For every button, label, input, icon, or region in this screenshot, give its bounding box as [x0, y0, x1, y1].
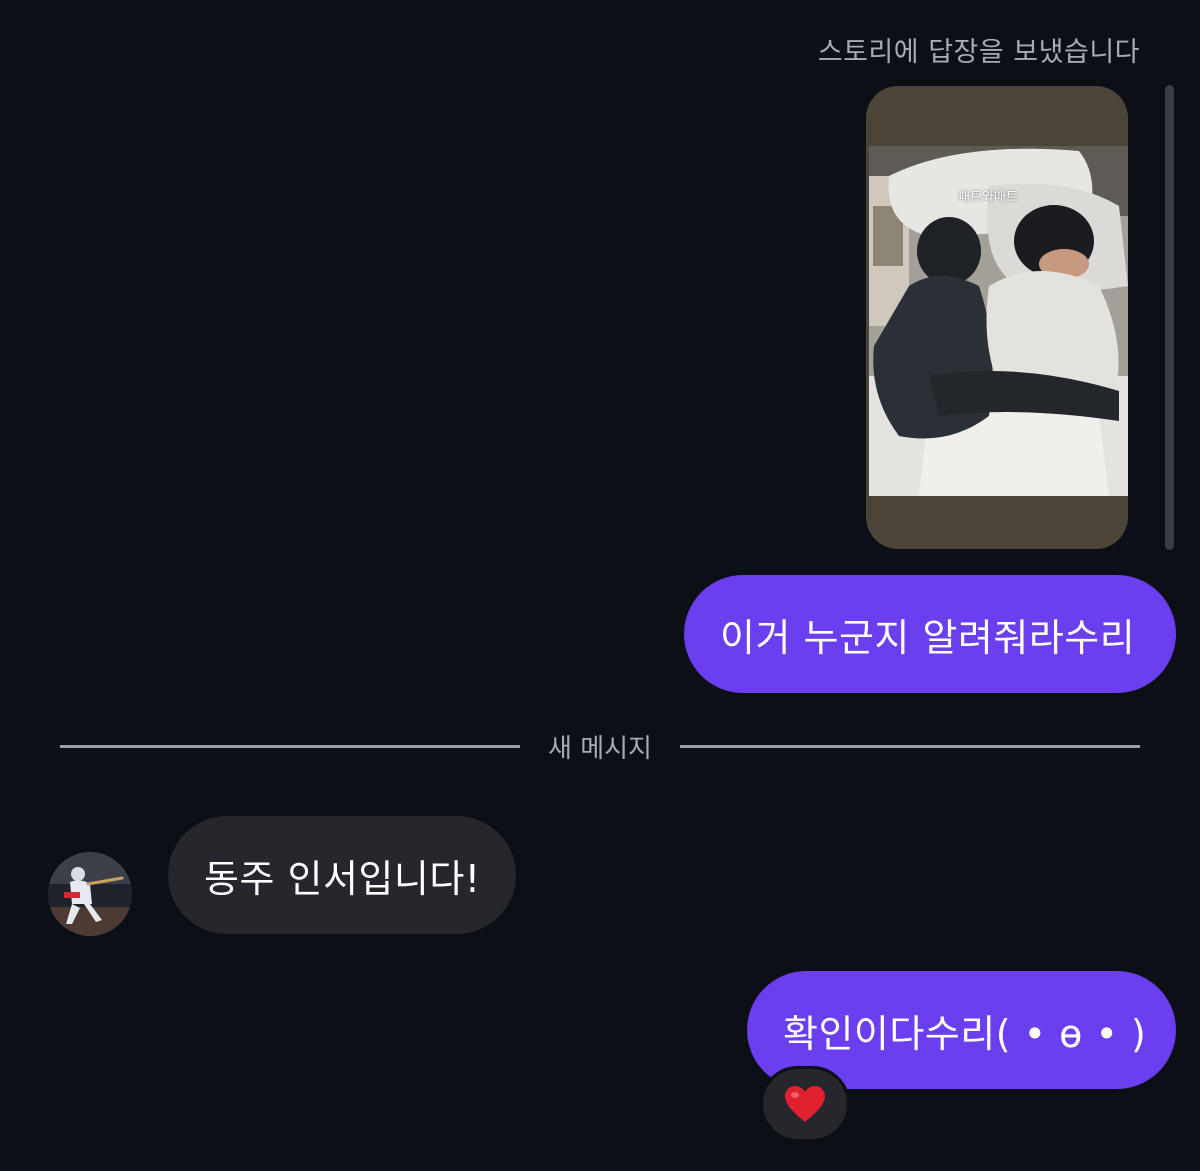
story-caption: 패트와매트 [958, 190, 1018, 205]
message-bubble-incoming[interactable]: 동주 인서입니다! [168, 816, 516, 934]
red-heart-icon [785, 1086, 825, 1122]
scrollbar[interactable] [1165, 85, 1174, 550]
message-bubble-outgoing[interactable]: 이거 누군지 알려줘라수리 [684, 575, 1176, 693]
message-text: 동주 인서입니다! [204, 856, 481, 901]
baseball-player-avatar-image [48, 852, 132, 936]
chat-screen: 스토리에 답장을 보냈습니다 패트와매트 이거 누군지 알려줘라수리 새 메시지… [0, 0, 1200, 1171]
story-preview-card[interactable]: 패트와매트 [866, 86, 1128, 549]
message-text: 확인이다수리( • ɵ • ) [783, 1011, 1147, 1056]
avatar[interactable] [48, 852, 132, 936]
new-messages-divider: 새 메시지 [60, 724, 1140, 768]
message-reaction[interactable] [760, 1066, 850, 1142]
divider-line [680, 745, 1140, 748]
story-reply-label: 스토리에 답장을 보냈습니다 [817, 37, 1140, 68]
divider-line [60, 745, 520, 748]
divider-label: 새 메시지 [548, 734, 652, 764]
message-text: 이거 누군지 알려줘라수리 [720, 615, 1136, 660]
